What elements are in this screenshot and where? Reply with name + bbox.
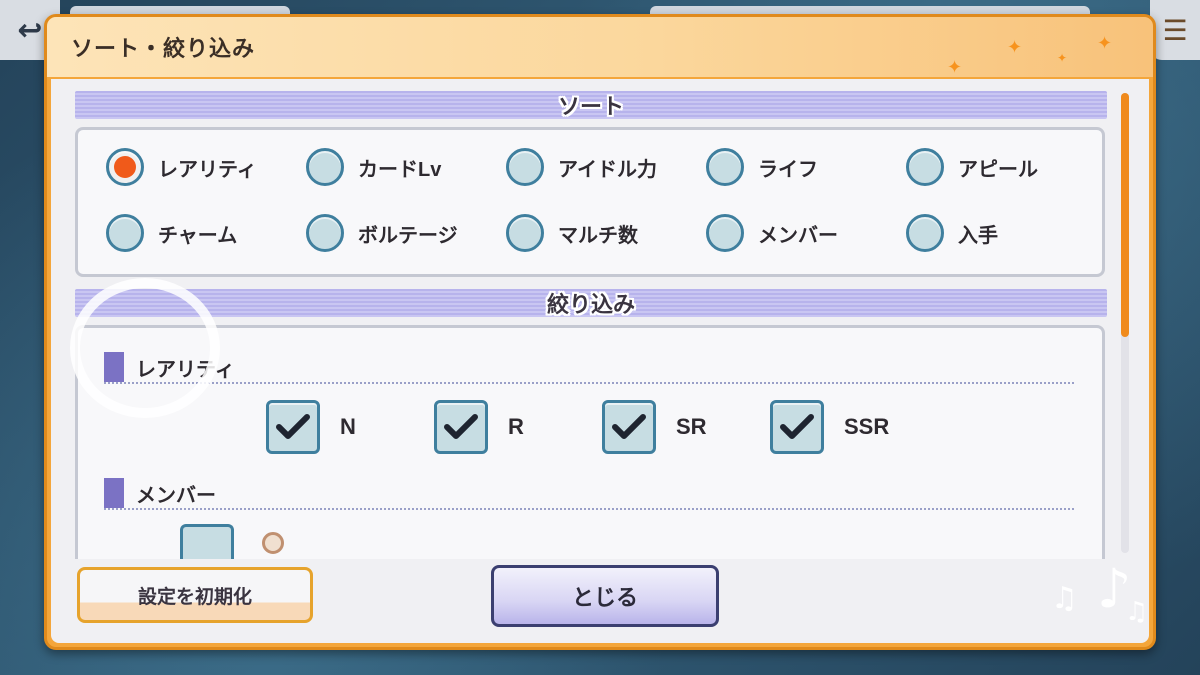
sparkle-icon: ✦ xyxy=(1097,33,1113,54)
sparkle-icon: ✦ xyxy=(1057,51,1068,65)
sort-option-label: カードLv xyxy=(358,158,442,181)
sort-option-label: ボルテージ xyxy=(358,224,458,247)
sort-option-label: メンバー xyxy=(758,224,838,247)
radio-dot-icon xyxy=(114,156,136,178)
checkbox-checked[interactable] xyxy=(266,400,320,454)
check-icon xyxy=(444,414,478,439)
radio-button[interactable] xyxy=(106,214,144,252)
close-button-label: とじる xyxy=(571,585,638,610)
sort-option-acquired[interactable]: 入手 xyxy=(906,214,1106,252)
checkbox-checked[interactable] xyxy=(602,400,656,454)
rarity-checkbox-group: N R SR SSR xyxy=(266,400,938,454)
checkbox-checked[interactable] xyxy=(434,400,488,454)
member-checkbox[interactable] xyxy=(180,524,234,559)
rarity-option-label: SSR xyxy=(844,414,890,439)
member-filter-label: メンバー xyxy=(136,484,216,507)
reset-button-label: 設定を初期化 xyxy=(137,586,252,608)
sort-option-label: レアリティ xyxy=(158,158,257,181)
rarity-option-label: N xyxy=(340,414,356,439)
radio-button[interactable] xyxy=(506,214,544,252)
close-button[interactable]: とじる xyxy=(491,565,719,627)
sort-option-label: チャーム xyxy=(158,224,238,247)
sort-heading: ソート xyxy=(557,94,624,119)
sort-option-card-level[interactable]: カードLv xyxy=(306,148,506,186)
checkbox-checked[interactable] xyxy=(770,400,824,454)
sort-option-member[interactable]: メンバー xyxy=(706,214,906,252)
divider xyxy=(104,382,1074,384)
sort-option-label: アイドル力 xyxy=(558,158,657,181)
radio-button[interactable] xyxy=(706,148,744,186)
sort-option-charm[interactable]: チャーム xyxy=(106,214,306,252)
check-icon xyxy=(780,414,814,439)
radio-button[interactable] xyxy=(906,148,944,186)
rarity-option-label: SR xyxy=(676,414,707,439)
scrollbar[interactable] xyxy=(1121,93,1129,553)
filter-options-panel: レアリティ N R SR SSR メンバー xyxy=(75,325,1105,559)
radio-button-selected[interactable] xyxy=(106,148,144,186)
sort-options-panel: レアリティ カードLv アイドル力 ライフ アピール チャーム ボルテージ マル… xyxy=(75,127,1105,277)
radio-button[interactable] xyxy=(906,214,944,252)
dialog-header: ソート・絞り込み ✦ ✦ ✦ ✦ xyxy=(47,17,1153,77)
radio-button[interactable] xyxy=(506,148,544,186)
dialog-title: ソート・絞り込み xyxy=(71,36,256,61)
rarity-option-label: R xyxy=(508,414,524,439)
rarity-subheading: レアリティ xyxy=(104,352,235,382)
radio-button[interactable] xyxy=(306,148,344,186)
rarity-option-sr[interactable]: SR xyxy=(602,400,770,454)
rarity-option-ssr[interactable]: SSR xyxy=(770,400,938,454)
sort-radio-group: レアリティ カードLv アイドル力 ライフ アピール チャーム ボルテージ マル… xyxy=(106,148,1106,252)
rarity-option-r[interactable]: R xyxy=(434,400,602,454)
radio-button[interactable] xyxy=(306,214,344,252)
scroll-area[interactable]: ソート レアリティ カードLv アイドル力 ライフ アピール チャーム ボルテー… xyxy=(75,91,1107,559)
sort-option-voltage[interactable]: ボルテージ xyxy=(306,214,506,252)
menu-button[interactable]: ☰ xyxy=(1150,0,1200,60)
scrollbar-thumb[interactable] xyxy=(1121,93,1129,337)
sort-option-label: ライフ xyxy=(758,158,818,181)
sort-option-appeal[interactable]: アピール xyxy=(906,148,1106,186)
sort-option-label: 入手 xyxy=(958,224,998,247)
sort-option-multi-count[interactable]: マルチ数 xyxy=(506,214,706,252)
filter-heading: 絞り込み xyxy=(546,292,635,317)
sort-section-header: ソート xyxy=(75,91,1107,119)
sort-filter-dialog: ソート・絞り込み ✦ ✦ ✦ ✦ ソート レアリティ カードLv アイドル力 ラ… xyxy=(44,14,1156,650)
sparkle-icon: ✦ xyxy=(947,57,963,77)
divider xyxy=(104,508,1074,510)
music-note-icon: ♫ xyxy=(1125,597,1149,627)
rarity-option-n[interactable]: N xyxy=(266,400,434,454)
sort-option-life[interactable]: ライフ xyxy=(706,148,906,186)
rarity-filter-label: レアリティ xyxy=(136,358,235,381)
sort-option-label: マルチ数 xyxy=(558,224,638,247)
member-icon xyxy=(262,532,284,554)
check-icon xyxy=(612,414,646,439)
sort-option-rarity[interactable]: レアリティ xyxy=(106,148,306,186)
subheading-marker xyxy=(104,352,124,382)
subheading-marker xyxy=(104,478,124,508)
sort-option-label: アピール xyxy=(958,158,1038,181)
dialog-body: ソート レアリティ カードLv アイドル力 ライフ アピール チャーム ボルテー… xyxy=(51,79,1149,643)
check-icon xyxy=(276,414,310,439)
back-arrow-icon: ↩ xyxy=(17,12,43,48)
filter-section-header: 絞り込み xyxy=(75,289,1107,317)
member-subheading: メンバー xyxy=(104,478,216,508)
sort-option-idol-power[interactable]: アイドル力 xyxy=(506,148,706,186)
reset-settings-button[interactable]: 設定を初期化 xyxy=(77,567,313,623)
radio-button[interactable] xyxy=(706,214,744,252)
music-note-icon: ♫ xyxy=(1051,581,1078,616)
sparkle-icon: ✦ xyxy=(1007,37,1023,58)
menu-icon: ☰ xyxy=(1162,13,1188,47)
